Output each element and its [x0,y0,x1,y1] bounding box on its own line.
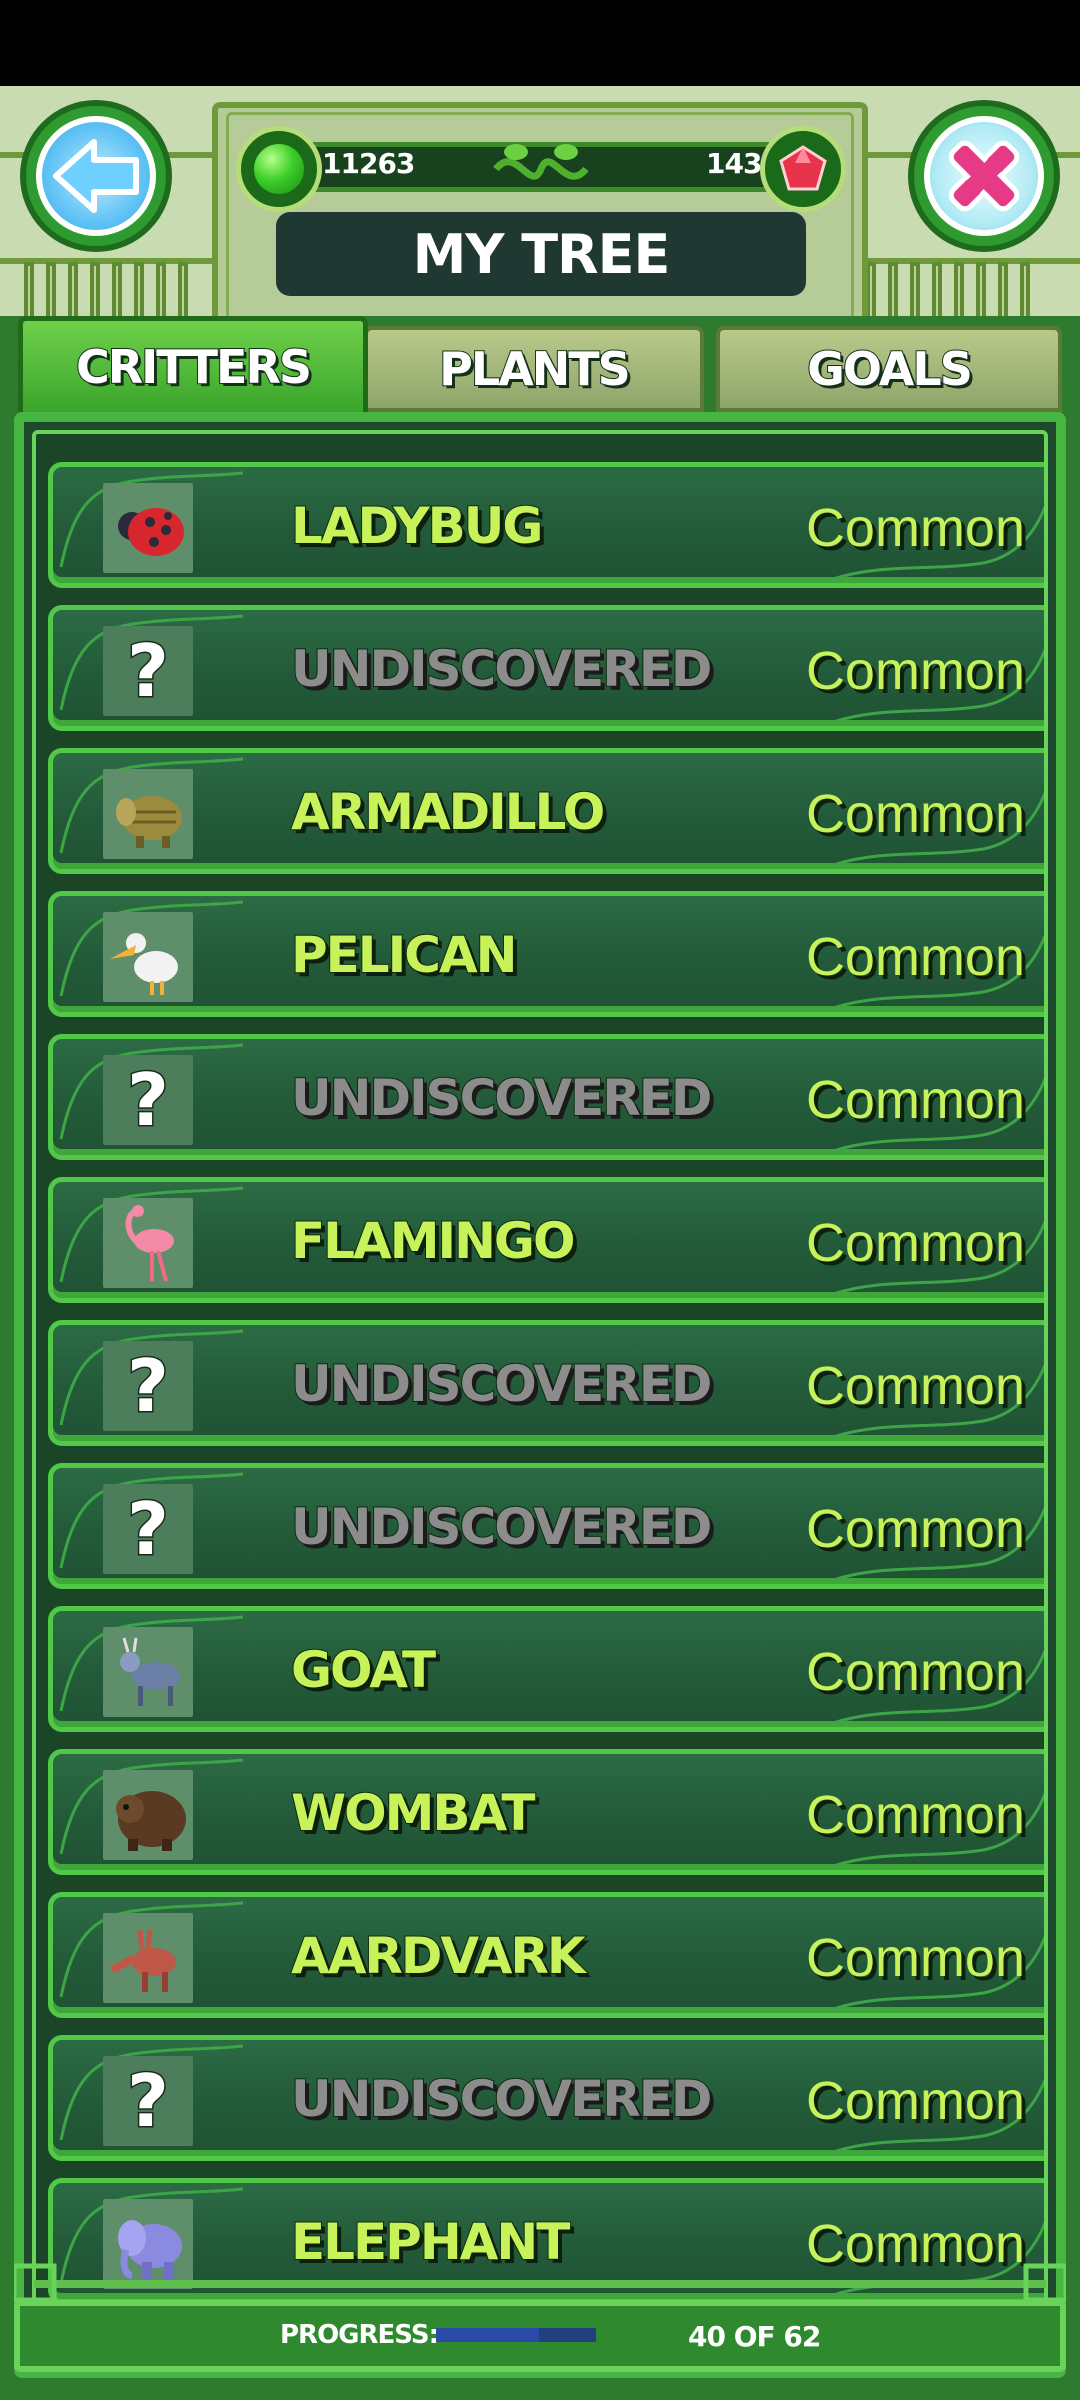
critter-list-panel: LADYBUG Common? UNDISCOVERED Common ARMADILL… [14,412,1066,2378]
tab-critters-label: CRITTERS [75,339,313,395]
critter-rarity: Common [805,927,1025,987]
progress-bar-fill [436,2328,540,2342]
red-gem-icon [760,126,846,212]
critter-rarity: Common [805,1928,1025,1988]
critter-row[interactable]: FLAMINGO Common [48,1177,1044,1303]
critter-name: GOAT [290,1640,437,1700]
armadillo-icon [103,769,193,859]
critter-rarity: Common [805,1070,1025,1130]
tab-goals[interactable]: GOALS [716,326,1062,412]
question-mark-icon: ? [103,2056,193,2146]
footer-rail-ornament [14,2263,1066,2302]
critter-name: PELICAN [290,925,519,985]
currency-bar: 11263 143 [236,126,846,212]
critter-list-scroll[interactable]: LADYBUG Common? UNDISCOVERED Common ARMADILL… [32,430,1048,2360]
tab-plants[interactable]: PLANTS [364,326,704,412]
critter-name: UNDISCOVERED [290,1354,713,1414]
critter-rarity: Common [805,1642,1025,1702]
aardvark-icon [103,1913,193,2003]
back-button[interactable] [20,100,172,252]
red-currency-value: 143 [706,147,762,180]
critter-row[interactable]: ? UNDISCOVERED Common [48,2035,1044,2161]
critter-row[interactable]: AARDVARK Common [48,1892,1044,2018]
tab-goals-label: GOALS [806,341,974,397]
ladybug-icon [103,483,193,573]
question-mark-icon: ? [103,1055,193,1145]
critter-rarity: Common [805,1213,1025,1273]
critter-rarity: Common [805,784,1025,844]
progress-count: 40 OF 62 [688,2320,821,2353]
main-area: PLANTS GOALS CRITTERS LADYBUG Common? UNDI… [0,316,1080,2400]
close-x-icon [948,140,1020,212]
back-arrow-icon [53,139,139,213]
critter-name: LADYBUG [290,496,544,556]
critter-row[interactable]: ? UNDISCOVERED Common [48,1320,1044,1446]
critter-row[interactable]: ? UNDISCOVERED Common [48,1034,1044,1160]
critter-row[interactable]: PELICAN Common [48,891,1044,1017]
progress-footer: PROGRESS: 40 OF 62 [14,2300,1066,2372]
critter-rarity: Common [805,1785,1025,1845]
vine-leaves-icon [493,144,589,180]
critter-rarity: Common [805,498,1025,558]
critter-name: UNDISCOVERED [290,639,713,699]
fence-left [24,262,188,316]
page-title-plate: MY TREE [276,212,806,296]
progress-bar [436,2328,596,2342]
critter-name: ARMADILLO [290,782,606,842]
flamingo-icon [103,1198,193,1288]
goat-icon [103,1627,193,1717]
progress-label: PROGRESS: [280,2320,439,2350]
critter-rarity: Common [805,2071,1025,2131]
critter-rarity: Common [805,1499,1025,1559]
critter-name: UNDISCOVERED [290,1068,713,1128]
pelican-icon [103,912,193,1002]
question-mark-icon: ? [103,626,193,716]
green-currency-value: 11263 [322,147,415,180]
critter-row[interactable]: GOAT Common [48,1606,1044,1732]
critter-row[interactable]: WOMBAT Common [48,1749,1044,1875]
critter-rarity: Common [805,1356,1025,1416]
fence-right [866,262,1030,316]
green-gem-icon [236,126,322,212]
question-mark-icon: ? [103,1484,193,1574]
tab-critters[interactable]: CRITTERS [18,316,368,412]
page-title: MY TREE [412,222,671,286]
tab-plants-label: PLANTS [438,341,632,397]
critter-name: UNDISCOVERED [290,2069,713,2129]
critter-rarity: Common [805,641,1025,701]
status-bar [0,0,1080,86]
critter-row[interactable]: ? UNDISCOVERED Common [48,605,1044,731]
critter-row[interactable]: ? UNDISCOVERED Common [48,1463,1044,1589]
critter-name: WOMBAT [290,1783,536,1843]
header: 11263 143 MY TREE [0,86,1080,316]
question-mark-icon: ? [103,1341,193,1431]
tab-bar: PLANTS GOALS CRITTERS [16,316,1064,412]
close-button[interactable] [908,100,1060,252]
critter-name: UNDISCOVERED [290,1497,713,1557]
critter-name: FLAMINGO [290,1211,576,1271]
critter-name: AARDVARK [290,1926,587,1986]
wombat-icon [103,1770,193,1860]
critter-row[interactable]: LADYBUG Common [48,462,1044,588]
critter-row[interactable]: ARMADILLO Common [48,748,1044,874]
